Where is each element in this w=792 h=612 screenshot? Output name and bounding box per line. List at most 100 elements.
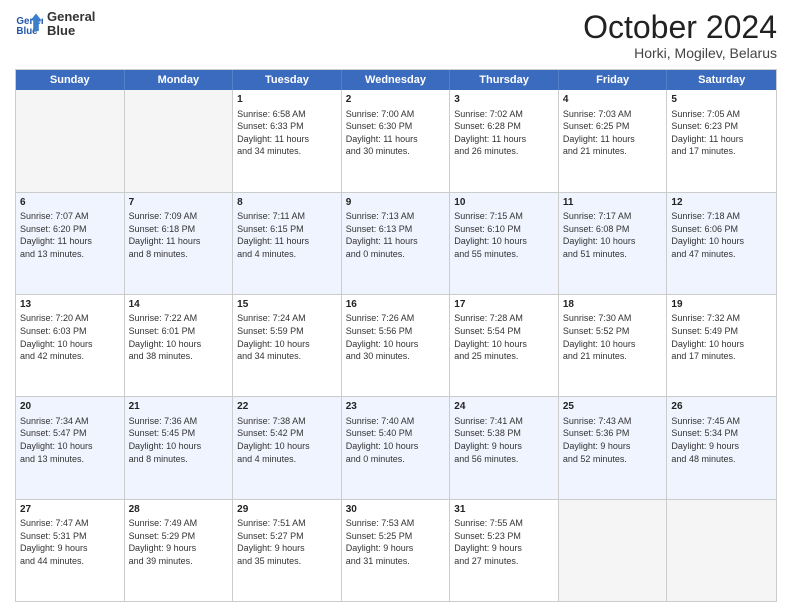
calendar-cell: 23Sunrise: 7:40 AM Sunset: 5:40 PM Dayli… bbox=[342, 397, 451, 498]
cell-info: Sunrise: 7:03 AM Sunset: 6:25 PM Dayligh… bbox=[563, 108, 663, 158]
calendar-cell: 30Sunrise: 7:53 AM Sunset: 5:25 PM Dayli… bbox=[342, 500, 451, 601]
cell-info: Sunrise: 7:05 AM Sunset: 6:23 PM Dayligh… bbox=[671, 108, 772, 158]
cell-info: Sunrise: 7:22 AM Sunset: 6:01 PM Dayligh… bbox=[129, 312, 229, 362]
logo: General Blue General Blue bbox=[15, 10, 95, 39]
day-number: 12 bbox=[671, 196, 772, 210]
logo-line1: General bbox=[47, 10, 95, 24]
calendar-cell: 21Sunrise: 7:36 AM Sunset: 5:45 PM Dayli… bbox=[125, 397, 234, 498]
cell-info: Sunrise: 7:32 AM Sunset: 5:49 PM Dayligh… bbox=[671, 312, 772, 362]
calendar-cell: 31Sunrise: 7:55 AM Sunset: 5:23 PM Dayli… bbox=[450, 500, 559, 601]
day-number: 10 bbox=[454, 196, 554, 210]
day-number: 23 bbox=[346, 400, 446, 414]
calendar-cell bbox=[125, 90, 234, 191]
calendar-cell: 24Sunrise: 7:41 AM Sunset: 5:38 PM Dayli… bbox=[450, 397, 559, 498]
calendar-cell: 1Sunrise: 6:58 AM Sunset: 6:33 PM Daylig… bbox=[233, 90, 342, 191]
day-number: 26 bbox=[671, 400, 772, 414]
day-number: 20 bbox=[20, 400, 120, 414]
calendar-header-cell: Saturday bbox=[667, 70, 776, 90]
day-number: 18 bbox=[563, 298, 663, 312]
calendar-cell bbox=[16, 90, 125, 191]
day-number: 22 bbox=[237, 400, 337, 414]
cell-info: Sunrise: 7:41 AM Sunset: 5:38 PM Dayligh… bbox=[454, 415, 554, 465]
calendar-row: 1Sunrise: 6:58 AM Sunset: 6:33 PM Daylig… bbox=[16, 90, 776, 191]
calendar-cell: 5Sunrise: 7:05 AM Sunset: 6:23 PM Daylig… bbox=[667, 90, 776, 191]
calendar-cell: 18Sunrise: 7:30 AM Sunset: 5:52 PM Dayli… bbox=[559, 295, 668, 396]
header: General Blue General Blue October 2024 H… bbox=[15, 10, 777, 61]
calendar-cell: 10Sunrise: 7:15 AM Sunset: 6:10 PM Dayli… bbox=[450, 193, 559, 294]
calendar: SundayMondayTuesdayWednesdayThursdayFrid… bbox=[15, 69, 777, 602]
cell-info: Sunrise: 7:47 AM Sunset: 5:31 PM Dayligh… bbox=[20, 517, 120, 567]
calendar-cell: 28Sunrise: 7:49 AM Sunset: 5:29 PM Dayli… bbox=[125, 500, 234, 601]
title-block: October 2024 Horki, Mogilev, Belarus bbox=[583, 10, 777, 61]
day-number: 5 bbox=[671, 93, 772, 107]
main-title: October 2024 bbox=[583, 10, 777, 45]
cell-info: Sunrise: 7:51 AM Sunset: 5:27 PM Dayligh… bbox=[237, 517, 337, 567]
day-number: 11 bbox=[563, 196, 663, 210]
day-number: 16 bbox=[346, 298, 446, 312]
calendar-body: 1Sunrise: 6:58 AM Sunset: 6:33 PM Daylig… bbox=[16, 90, 776, 601]
calendar-cell: 14Sunrise: 7:22 AM Sunset: 6:01 PM Dayli… bbox=[125, 295, 234, 396]
cell-info: Sunrise: 7:00 AM Sunset: 6:30 PM Dayligh… bbox=[346, 108, 446, 158]
calendar-cell bbox=[559, 500, 668, 601]
cell-info: Sunrise: 7:53 AM Sunset: 5:25 PM Dayligh… bbox=[346, 517, 446, 567]
cell-info: Sunrise: 7:18 AM Sunset: 6:06 PM Dayligh… bbox=[671, 210, 772, 260]
cell-info: Sunrise: 7:40 AM Sunset: 5:40 PM Dayligh… bbox=[346, 415, 446, 465]
calendar-cell: 3Sunrise: 7:02 AM Sunset: 6:28 PM Daylig… bbox=[450, 90, 559, 191]
logo-icon: General Blue bbox=[15, 10, 43, 38]
cell-info: Sunrise: 7:09 AM Sunset: 6:18 PM Dayligh… bbox=[129, 210, 229, 260]
calendar-cell bbox=[667, 500, 776, 601]
cell-info: Sunrise: 7:43 AM Sunset: 5:36 PM Dayligh… bbox=[563, 415, 663, 465]
day-number: 1 bbox=[237, 93, 337, 107]
logo-line2: Blue bbox=[47, 24, 95, 38]
subtitle: Horki, Mogilev, Belarus bbox=[583, 45, 777, 61]
day-number: 31 bbox=[454, 503, 554, 517]
cell-info: Sunrise: 7:17 AM Sunset: 6:08 PM Dayligh… bbox=[563, 210, 663, 260]
calendar-cell: 8Sunrise: 7:11 AM Sunset: 6:15 PM Daylig… bbox=[233, 193, 342, 294]
calendar-cell: 13Sunrise: 7:20 AM Sunset: 6:03 PM Dayli… bbox=[16, 295, 125, 396]
cell-info: Sunrise: 7:38 AM Sunset: 5:42 PM Dayligh… bbox=[237, 415, 337, 465]
calendar-cell: 6Sunrise: 7:07 AM Sunset: 6:20 PM Daylig… bbox=[16, 193, 125, 294]
day-number: 21 bbox=[129, 400, 229, 414]
calendar-header-cell: Sunday bbox=[16, 70, 125, 90]
calendar-cell: 16Sunrise: 7:26 AM Sunset: 5:56 PM Dayli… bbox=[342, 295, 451, 396]
day-number: 28 bbox=[129, 503, 229, 517]
cell-info: Sunrise: 7:07 AM Sunset: 6:20 PM Dayligh… bbox=[20, 210, 120, 260]
calendar-header: SundayMondayTuesdayWednesdayThursdayFrid… bbox=[16, 70, 776, 90]
cell-info: Sunrise: 7:36 AM Sunset: 5:45 PM Dayligh… bbox=[129, 415, 229, 465]
day-number: 3 bbox=[454, 93, 554, 107]
day-number: 24 bbox=[454, 400, 554, 414]
cell-info: Sunrise: 7:11 AM Sunset: 6:15 PM Dayligh… bbox=[237, 210, 337, 260]
calendar-cell: 17Sunrise: 7:28 AM Sunset: 5:54 PM Dayli… bbox=[450, 295, 559, 396]
calendar-header-cell: Friday bbox=[559, 70, 668, 90]
cell-info: Sunrise: 7:13 AM Sunset: 6:13 PM Dayligh… bbox=[346, 210, 446, 260]
cell-info: Sunrise: 7:02 AM Sunset: 6:28 PM Dayligh… bbox=[454, 108, 554, 158]
calendar-cell: 19Sunrise: 7:32 AM Sunset: 5:49 PM Dayli… bbox=[667, 295, 776, 396]
calendar-cell: 26Sunrise: 7:45 AM Sunset: 5:34 PM Dayli… bbox=[667, 397, 776, 498]
calendar-cell: 25Sunrise: 7:43 AM Sunset: 5:36 PM Dayli… bbox=[559, 397, 668, 498]
calendar-cell: 2Sunrise: 7:00 AM Sunset: 6:30 PM Daylig… bbox=[342, 90, 451, 191]
day-number: 14 bbox=[129, 298, 229, 312]
day-number: 19 bbox=[671, 298, 772, 312]
cell-info: Sunrise: 7:15 AM Sunset: 6:10 PM Dayligh… bbox=[454, 210, 554, 260]
cell-info: Sunrise: 7:28 AM Sunset: 5:54 PM Dayligh… bbox=[454, 312, 554, 362]
calendar-cell: 29Sunrise: 7:51 AM Sunset: 5:27 PM Dayli… bbox=[233, 500, 342, 601]
page: General Blue General Blue October 2024 H… bbox=[0, 0, 792, 612]
calendar-cell: 20Sunrise: 7:34 AM Sunset: 5:47 PM Dayli… bbox=[16, 397, 125, 498]
cell-info: Sunrise: 7:34 AM Sunset: 5:47 PM Dayligh… bbox=[20, 415, 120, 465]
calendar-cell: 4Sunrise: 7:03 AM Sunset: 6:25 PM Daylig… bbox=[559, 90, 668, 191]
calendar-cell: 27Sunrise: 7:47 AM Sunset: 5:31 PM Dayli… bbox=[16, 500, 125, 601]
day-number: 4 bbox=[563, 93, 663, 107]
day-number: 2 bbox=[346, 93, 446, 107]
day-number: 17 bbox=[454, 298, 554, 312]
cell-info: Sunrise: 7:55 AM Sunset: 5:23 PM Dayligh… bbox=[454, 517, 554, 567]
day-number: 8 bbox=[237, 196, 337, 210]
day-number: 30 bbox=[346, 503, 446, 517]
day-number: 9 bbox=[346, 196, 446, 210]
calendar-row: 27Sunrise: 7:47 AM Sunset: 5:31 PM Dayli… bbox=[16, 499, 776, 601]
calendar-cell: 7Sunrise: 7:09 AM Sunset: 6:18 PM Daylig… bbox=[125, 193, 234, 294]
cell-info: Sunrise: 7:24 AM Sunset: 5:59 PM Dayligh… bbox=[237, 312, 337, 362]
cell-info: Sunrise: 7:30 AM Sunset: 5:52 PM Dayligh… bbox=[563, 312, 663, 362]
calendar-header-cell: Monday bbox=[125, 70, 234, 90]
calendar-cell: 22Sunrise: 7:38 AM Sunset: 5:42 PM Dayli… bbox=[233, 397, 342, 498]
day-number: 7 bbox=[129, 196, 229, 210]
